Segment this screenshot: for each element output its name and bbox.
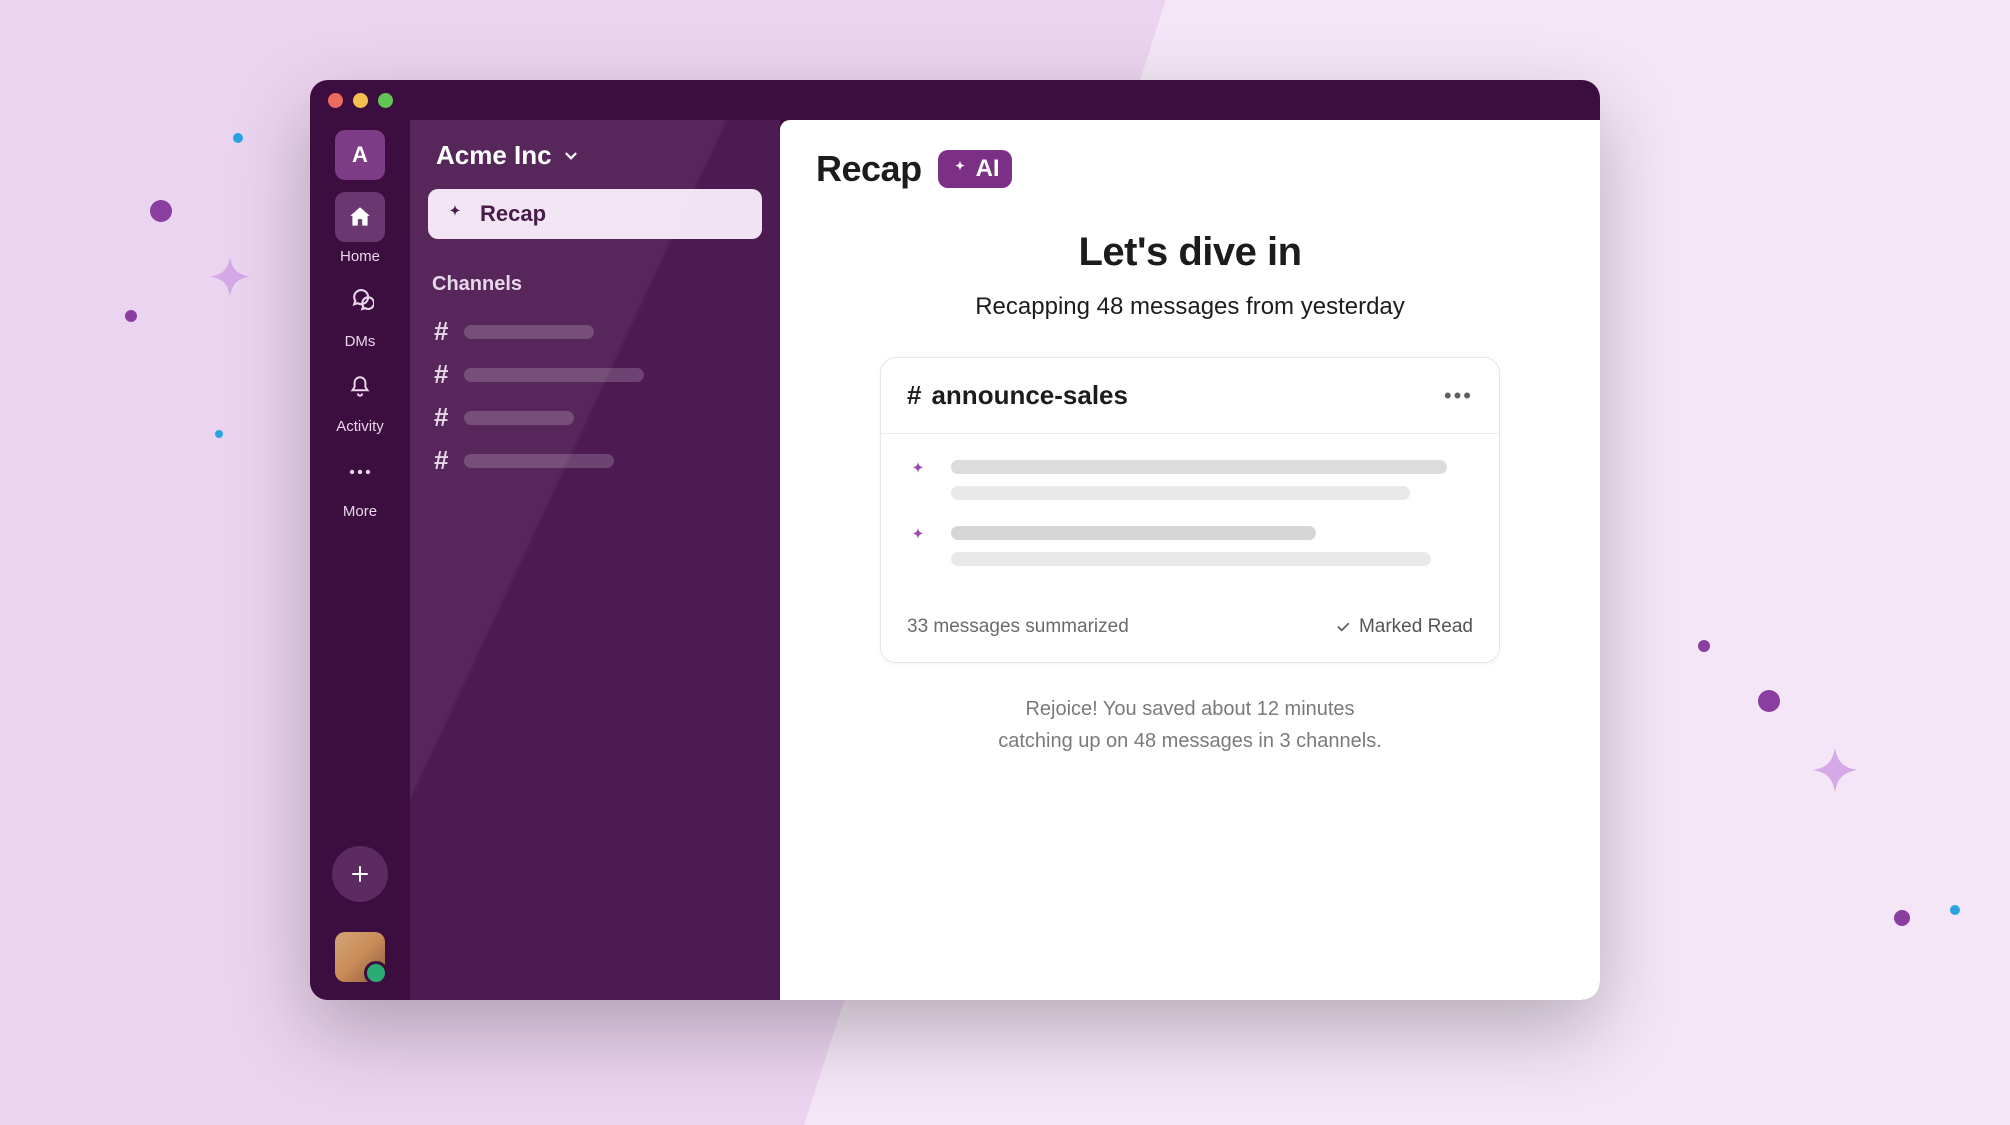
- nav-home[interactable]: Home: [335, 192, 385, 265]
- sparkle-icon: [907, 460, 929, 482]
- marked-read-label: Marked Read: [1359, 616, 1473, 638]
- hash-icon: #: [434, 359, 448, 390]
- hash-icon: #: [907, 380, 921, 411]
- sparkle-icon: [1790, 740, 1880, 830]
- channel-item[interactable]: #: [428, 439, 762, 482]
- decorative-dot: [233, 133, 243, 143]
- workspace-switcher[interactable]: A: [335, 130, 385, 180]
- hero-subtitle: Recapping 48 messages from yesterday: [816, 293, 1564, 321]
- workspace-name: Acme Inc: [436, 140, 552, 171]
- decorative-dot: [1758, 690, 1780, 712]
- maximize-window-button[interactable]: [378, 93, 393, 108]
- nav-activity-label: Activity: [336, 418, 384, 435]
- nav-dms-label: DMs: [345, 333, 376, 350]
- hash-icon: #: [434, 445, 448, 476]
- card-channel-name: announce-sales: [931, 380, 1128, 411]
- sidebar-item-recap[interactable]: Recap: [428, 189, 762, 239]
- sidebar-recap-label: Recap: [480, 201, 546, 227]
- summary-placeholder: [951, 552, 1431, 566]
- workspace-menu[interactable]: Acme Inc: [428, 134, 762, 189]
- decorative-dot: [1698, 640, 1710, 652]
- ai-badge-label: AI: [976, 155, 1000, 183]
- nav-more-label: More: [343, 503, 377, 520]
- nav-home-label: Home: [340, 248, 380, 265]
- close-window-button[interactable]: [328, 93, 343, 108]
- marked-read[interactable]: Marked Read: [1335, 616, 1473, 638]
- nav-dms[interactable]: DMs: [335, 277, 385, 350]
- decorative-dot: [1894, 910, 1910, 926]
- channels-header[interactable]: Channels: [432, 273, 758, 296]
- recap-card: # announce-sales •••: [880, 357, 1500, 663]
- channel-name-placeholder: [464, 368, 644, 382]
- decorative-dot: [150, 200, 172, 222]
- nav-more[interactable]: More: [335, 447, 385, 520]
- ai-badge: AI: [938, 150, 1012, 188]
- decorative-dot: [215, 430, 223, 438]
- app-window: A Home DMs Activity: [310, 80, 1600, 1000]
- channel-name-placeholder: [464, 454, 614, 468]
- sparkle-icon: [444, 203, 466, 225]
- home-icon: [347, 204, 373, 230]
- user-avatar[interactable]: [335, 932, 385, 982]
- channel-name-placeholder: [464, 411, 574, 425]
- more-icon: [347, 467, 373, 477]
- sparkle-icon: [907, 526, 929, 548]
- footer-line-2: catching up on 48 messages in 3 channels…: [816, 725, 1564, 757]
- channel-item[interactable]: #: [428, 353, 762, 396]
- workspace-letter: A: [352, 142, 368, 168]
- hero-title: Let's dive in: [816, 230, 1564, 275]
- summary-placeholder: [951, 526, 1316, 540]
- channel-item[interactable]: #: [428, 310, 762, 353]
- chevron-down-icon: [562, 147, 580, 165]
- sparkle-icon: [190, 250, 270, 330]
- footer-note: Rejoice! You saved about 12 minutes catc…: [816, 693, 1564, 757]
- dms-icon: [346, 288, 374, 316]
- decorative-dot: [125, 310, 137, 322]
- card-more-button[interactable]: •••: [1444, 383, 1473, 409]
- channel-name-placeholder: [464, 325, 594, 339]
- minimize-window-button[interactable]: [353, 93, 368, 108]
- window-titlebar: [310, 80, 1600, 120]
- channel-item[interactable]: #: [428, 396, 762, 439]
- summary-count: 33 messages summarized: [907, 616, 1129, 638]
- summary-placeholder: [951, 460, 1447, 474]
- summary-placeholder: [951, 486, 1410, 500]
- main-content: Recap AI Let's dive in Recapping 48 mess…: [780, 120, 1600, 1000]
- hash-icon: #: [434, 402, 448, 433]
- decorative-dot: [1950, 905, 1960, 915]
- hash-icon: #: [434, 316, 448, 347]
- card-channel[interactable]: # announce-sales: [907, 380, 1128, 411]
- nav-rail: A Home DMs Activity: [310, 120, 410, 1000]
- nav-activity[interactable]: Activity: [335, 362, 385, 435]
- plus-icon: [348, 862, 372, 886]
- sparkle-icon: [950, 159, 970, 179]
- check-icon: [1335, 619, 1351, 635]
- compose-button[interactable]: [332, 846, 388, 902]
- page-title: Recap: [816, 148, 922, 190]
- footer-line-1: Rejoice! You saved about 12 minutes: [816, 693, 1564, 725]
- sidebar: Acme Inc Recap Channels # # # #: [410, 120, 780, 1000]
- bell-icon: [347, 374, 373, 400]
